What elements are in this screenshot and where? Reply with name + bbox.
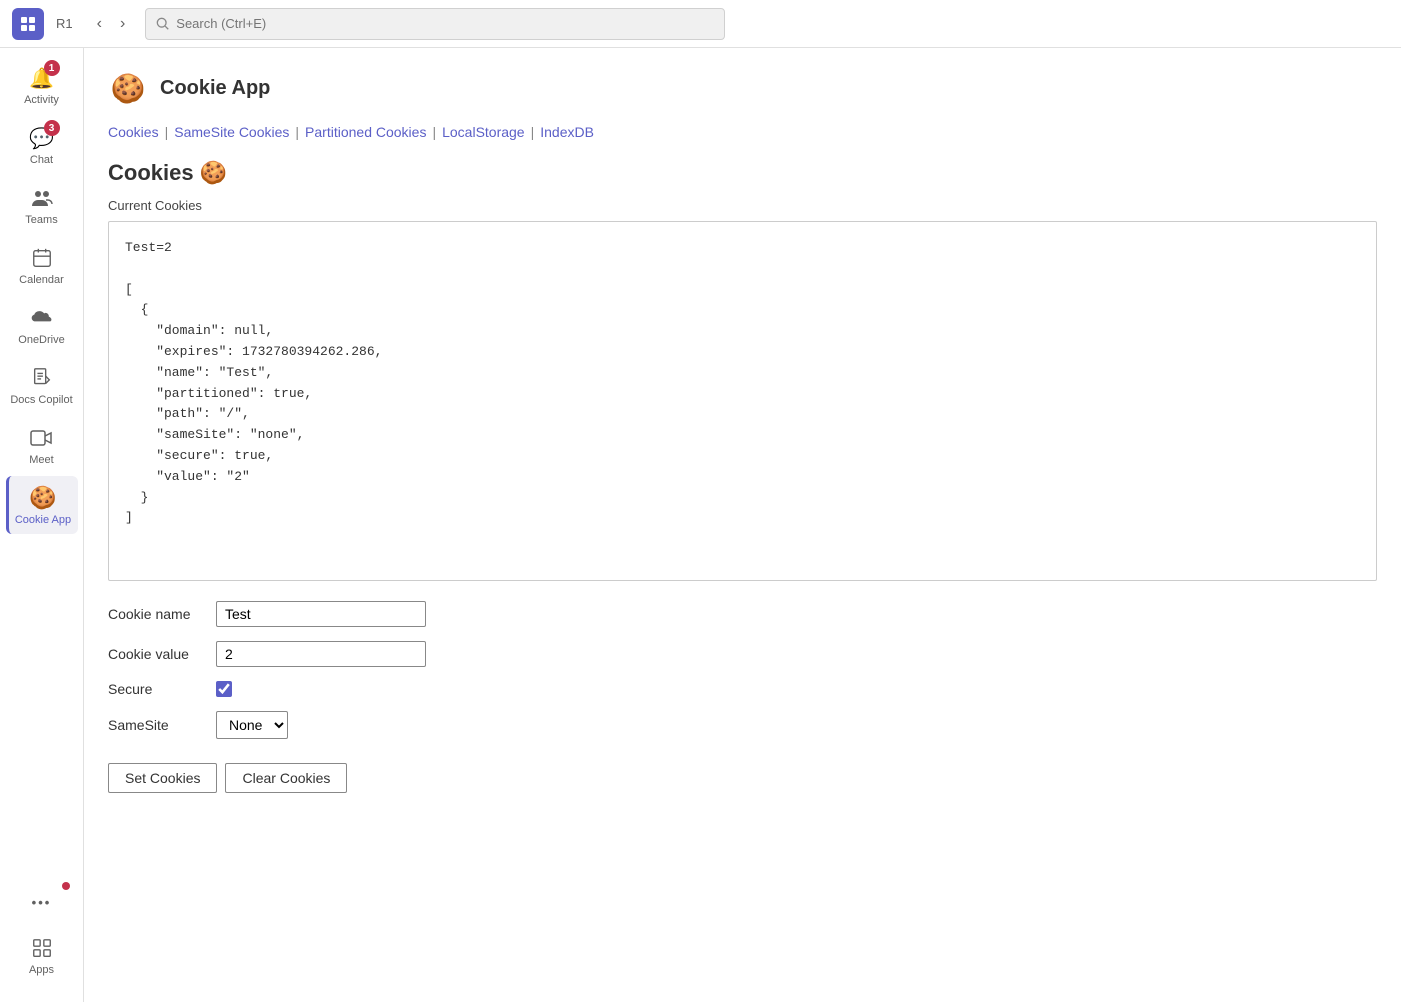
cookie-display: Test=2 [ { "domain": null, "expires": 17… xyxy=(108,221,1377,581)
onedrive-icon xyxy=(28,304,56,332)
app-header: 🍪 Cookie App xyxy=(108,68,1377,108)
sidebar-bottom: ••• Apps xyxy=(6,880,78,994)
meet-icon xyxy=(28,424,56,452)
topbar-r1-label: R1 xyxy=(56,16,73,31)
nav-link-indexdb[interactable]: IndexDB xyxy=(540,124,594,140)
samesite-label: SameSite xyxy=(108,717,208,733)
cookie-app-icon: 🍪 xyxy=(29,484,57,512)
sidebar-item-onedrive-label: OneDrive xyxy=(18,334,64,346)
nav-link-cookies[interactable]: Cookies xyxy=(108,124,159,140)
sidebar-item-docs-copilot[interactable]: Docs Copilot xyxy=(6,356,78,414)
cookie-value-input[interactable] xyxy=(216,641,426,667)
clear-cookies-button[interactable]: Clear Cookies xyxy=(225,763,347,793)
sidebar-item-calendar[interactable]: Calendar xyxy=(6,236,78,294)
calendar-icon xyxy=(28,244,56,272)
secure-row: Secure xyxy=(108,681,1377,697)
cookie-name-row: Cookie name xyxy=(108,601,1377,627)
docs-copilot-icon xyxy=(28,364,56,392)
sidebar-item-teams[interactable]: Teams xyxy=(6,176,78,234)
sidebar-item-meet-label: Meet xyxy=(29,454,53,466)
search-input[interactable] xyxy=(176,16,714,31)
set-cookies-button[interactable]: Set Cookies xyxy=(108,763,217,793)
apps-icon xyxy=(28,934,56,962)
samesite-select[interactable]: None Lax Strict xyxy=(216,711,288,739)
nav-back-button[interactable]: ‹ xyxy=(89,11,110,37)
sidebar-item-chat-label: Chat xyxy=(30,154,53,166)
activity-badge: 1 xyxy=(44,60,60,76)
sidebar-item-meet[interactable]: Meet xyxy=(6,416,78,474)
topbar-nav: ‹ › xyxy=(89,11,134,37)
main-layout: 🔔 1 Activity 💬 3 Chat Teams xyxy=(0,48,1401,1002)
sidebar-item-more[interactable]: ••• xyxy=(6,880,78,924)
cookie-value-row: Cookie value xyxy=(108,641,1377,667)
sidebar-item-apps[interactable]: Apps xyxy=(6,926,78,984)
sidebar-item-activity[interactable]: 🔔 1 Activity xyxy=(6,56,78,114)
cookie-name-label: Cookie name xyxy=(108,606,208,622)
nav-forward-button[interactable]: › xyxy=(112,11,133,37)
secure-checkbox[interactable] xyxy=(216,681,232,697)
cookie-value-label: Cookie value xyxy=(108,646,208,662)
bell-icon: 🔔 1 xyxy=(28,64,56,92)
search-icon xyxy=(156,17,170,31)
sidebar: 🔔 1 Activity 💬 3 Chat Teams xyxy=(0,48,84,1002)
nav-links: Cookies | SameSite Cookies | Partitioned… xyxy=(108,124,1377,140)
section-title: Cookies 🍪 xyxy=(108,160,1377,186)
sidebar-item-calendar-label: Calendar xyxy=(19,274,64,286)
sidebar-item-apps-label: Apps xyxy=(29,964,54,976)
secure-label: Secure xyxy=(108,681,208,697)
sidebar-item-teams-label: Teams xyxy=(25,214,57,226)
teams-logo-icon xyxy=(12,8,44,40)
section-subtitle: Current Cookies xyxy=(108,198,1377,213)
more-icon: ••• xyxy=(28,888,56,916)
sidebar-item-onedrive[interactable]: OneDrive xyxy=(6,296,78,354)
sidebar-item-activity-label: Activity xyxy=(24,94,59,106)
app-icon: 🍪 xyxy=(108,68,148,108)
sidebar-item-docs-copilot-label: Docs Copilot xyxy=(10,394,72,406)
sidebar-item-cookie-app[interactable]: 🍪 Cookie App xyxy=(6,476,78,534)
sidebar-item-chat[interactable]: 💬 3 Chat xyxy=(6,116,78,174)
nav-link-partitioned[interactable]: Partitioned Cookies xyxy=(305,124,426,140)
teams-icon xyxy=(28,184,56,212)
content-area: 🍪 Cookie App Cookies | SameSite Cookies … xyxy=(84,48,1401,1002)
nav-link-localstorage[interactable]: LocalStorage xyxy=(442,124,525,140)
nav-link-samesite[interactable]: SameSite Cookies xyxy=(174,124,289,140)
search-box[interactable] xyxy=(145,8,725,40)
chat-badge: 3 xyxy=(44,120,60,136)
samesite-row: SameSite None Lax Strict xyxy=(108,711,1377,739)
sidebar-item-cookie-app-label: Cookie App xyxy=(15,514,71,526)
button-row: Set Cookies Clear Cookies xyxy=(108,763,1377,793)
app-title: Cookie App xyxy=(160,77,270,100)
more-badge-dot xyxy=(62,882,70,890)
topbar: R1 ‹ › xyxy=(0,0,1401,48)
chat-icon: 💬 3 xyxy=(28,124,56,152)
cookie-name-input[interactable] xyxy=(216,601,426,627)
